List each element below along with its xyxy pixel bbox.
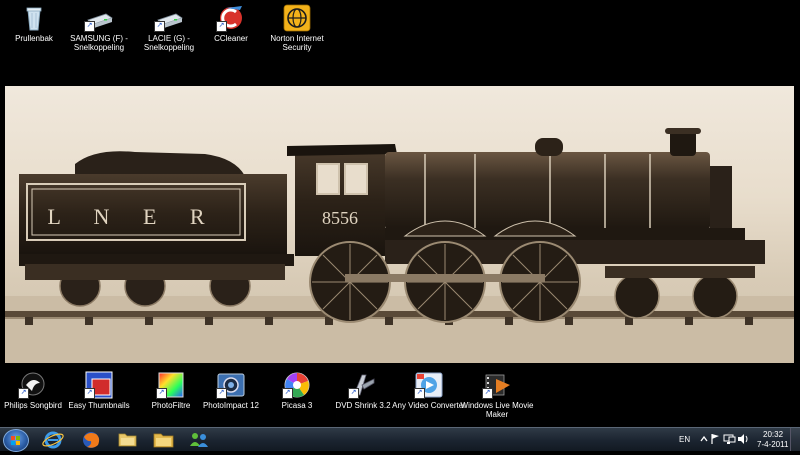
desktop-icon-label: Any Video Converter bbox=[392, 401, 466, 410]
norton-icon bbox=[282, 4, 312, 32]
photoimpact-icon: ↗ bbox=[216, 371, 246, 399]
desktop-icon-label: Norton Internet Security bbox=[270, 34, 324, 52]
dvd-shrink-icon: ↗ bbox=[348, 371, 378, 399]
start-button[interactable] bbox=[3, 429, 29, 452]
easy-thumbnails-icon: ↗ bbox=[84, 371, 114, 399]
taskbar-messenger[interactable] bbox=[182, 429, 216, 450]
shortcut-arrow-icon: ↗ bbox=[156, 388, 167, 399]
desktop-icon-label: Windows Live Movie Maker bbox=[460, 401, 534, 419]
volume-icon[interactable] bbox=[737, 433, 749, 445]
desktop-icon-easy-thumbnails[interactable]: ↗ Easy Thumbnails bbox=[60, 371, 138, 410]
video-converter-icon: ↗ bbox=[414, 371, 444, 399]
shortcut-arrow-icon: ↗ bbox=[282, 388, 293, 399]
wallpaper-locomotive: L N E R 8556 bbox=[5, 86, 794, 363]
desktop-icon-any-video-converter[interactable]: ↗ Any Video Converter bbox=[390, 371, 468, 410]
taskbar-explorer[interactable] bbox=[146, 429, 180, 450]
firefox-icon bbox=[83, 432, 100, 448]
desktop-icon-movie-maker[interactable]: ↗ Windows Live Movie Maker bbox=[458, 371, 536, 419]
ccleaner-icon: ↗ bbox=[216, 4, 246, 32]
network-icon[interactable] bbox=[723, 433, 736, 445]
action-center-flag-icon[interactable] bbox=[710, 433, 721, 445]
desktop-icon-label: Easy Thumbnails bbox=[68, 401, 130, 410]
explorer-icon bbox=[153, 433, 174, 448]
shortcut-arrow-icon: ↗ bbox=[482, 388, 493, 399]
shortcut-arrow-icon: ↗ bbox=[154, 21, 165, 32]
drive-icon: ↗ bbox=[154, 4, 184, 32]
shortcut-arrow-icon: ↗ bbox=[348, 388, 359, 399]
desktop-icon-samsung-drive[interactable]: ↗ SAMSUNG (F) - Snelkoppeling bbox=[60, 4, 138, 52]
songbird-icon: ↗ bbox=[18, 371, 48, 399]
taskbar-folder[interactable] bbox=[110, 429, 144, 450]
desktop-icon-norton[interactable]: Norton Internet Security bbox=[258, 4, 336, 52]
desktop: Prullenbak ↗ SAMSUNG (F) - Snelkoppeling… bbox=[0, 0, 800, 427]
shortcut-arrow-icon: ↗ bbox=[414, 388, 425, 399]
shortcut-arrow-icon: ↗ bbox=[84, 21, 95, 32]
show-hidden-icons-icon[interactable] bbox=[698, 433, 710, 445]
shortcut-arrow-icon: ↗ bbox=[18, 388, 29, 399]
shortcut-arrow-icon: ↗ bbox=[216, 388, 227, 399]
drive-icon: ↗ bbox=[84, 4, 114, 32]
taskbar-firefox[interactable] bbox=[74, 429, 108, 450]
windows-logo-icon bbox=[11, 436, 21, 446]
shortcut-arrow-icon: ↗ bbox=[216, 21, 227, 32]
clock-time[interactable]: 20:32 bbox=[763, 430, 783, 439]
movie-maker-icon: ↗ bbox=[482, 371, 512, 399]
recycle-bin-icon bbox=[19, 4, 49, 32]
internet-explorer-icon bbox=[42, 431, 64, 449]
messenger-icon bbox=[190, 433, 208, 447]
language-indicator[interactable]: EN bbox=[679, 435, 690, 444]
photofiltre-icon: ↗ bbox=[156, 371, 186, 399]
taskbar-internet-explorer[interactable] bbox=[36, 429, 70, 450]
taskbar: EN 20:32 7-4-2011 bbox=[0, 427, 800, 452]
show-desktop-button[interactable] bbox=[790, 428, 800, 451]
desktop-icon-label: SAMSUNG (F) - Snelkoppeling bbox=[70, 34, 128, 52]
tender-lettering: L N E R bbox=[47, 204, 218, 229]
picasa-icon: ↗ bbox=[282, 371, 312, 399]
clock-date[interactable]: 7-4-2011 bbox=[757, 440, 788, 449]
engine-number: 8556 bbox=[322, 208, 358, 228]
folder-icon bbox=[118, 433, 137, 447]
shortcut-arrow-icon: ↗ bbox=[84, 388, 95, 399]
